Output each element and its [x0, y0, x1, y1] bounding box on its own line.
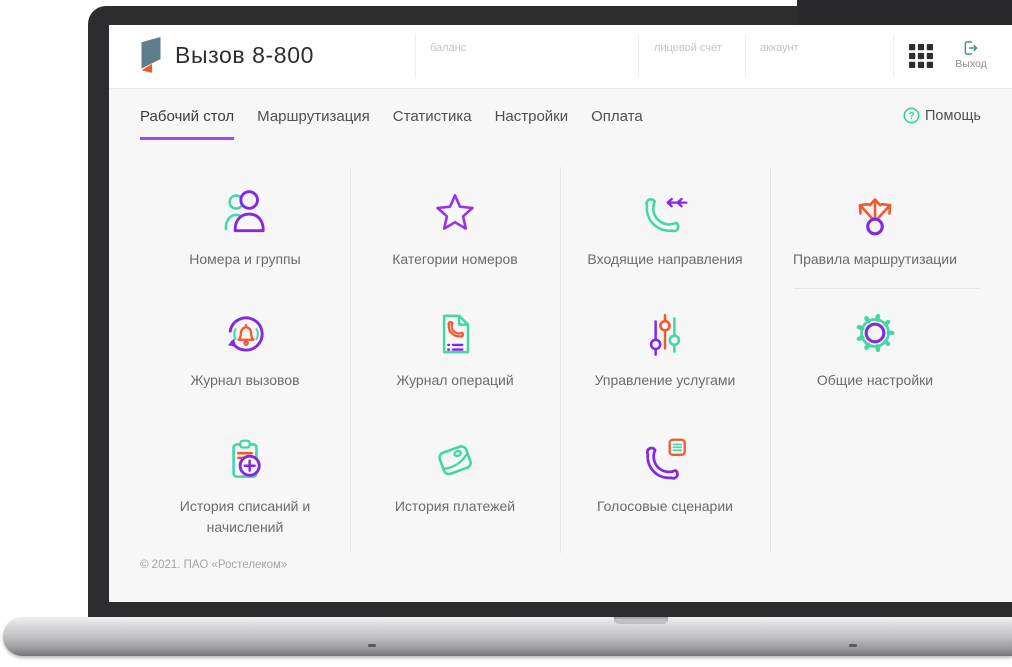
copyright-text: © 2021. ПАО «Ростелеком»	[140, 559, 288, 571]
tile-label: Категории номеров	[392, 251, 518, 267]
tile-label: История списаний и начислений	[179, 498, 311, 535]
tile-label: Номера и группы	[189, 251, 301, 267]
grid-divider	[794, 288, 980, 289]
tab-desktop[interactable]: Рабочий стол	[140, 108, 235, 140]
empty-cell	[770, 414, 980, 553]
header-divider	[745, 34, 746, 78]
laptop-foot	[368, 644, 376, 647]
laptop-latch-notch	[614, 617, 668, 624]
header-divider	[893, 34, 894, 78]
app-title: Вызов 8-800	[175, 42, 314, 68]
users-icon	[224, 190, 265, 233]
tile-number-categories[interactable]: Категории номеров	[350, 167, 560, 288]
payments-wallet-icon	[438, 445, 472, 476]
operations-document-icon	[442, 314, 470, 354]
tile-numbers-and-groups[interactable]: Номера и группы	[140, 167, 350, 288]
tile-payments-history[interactable]: История платежей	[350, 414, 560, 553]
tile-label: Общие настройки	[816, 372, 934, 388]
tile-label: Журнал операций	[396, 372, 514, 388]
incoming-call-icon	[645, 197, 688, 233]
tab-statistics[interactable]: Статистика	[393, 108, 472, 140]
grid-divider	[770, 167, 771, 553]
tab-payment[interactable]: Оплата	[591, 108, 643, 140]
laptop-lid-edge	[797, 0, 1012, 27]
logout-icon	[964, 41, 978, 55]
tile-label: Журнал вызовов	[190, 372, 300, 388]
tab-routing[interactable]: Маршрутизация	[257, 108, 370, 140]
tile-voice-scenarios[interactable]: Голосовые сценарии	[560, 414, 770, 553]
balance-field-label: баланс	[430, 42, 467, 54]
tile-label: Управление услугами	[594, 372, 736, 388]
routing-arrows-icon	[858, 198, 892, 236]
dashboard-grid: Номера и группы Категории номеров Входящ…	[140, 167, 980, 553]
app-screen: Вызов 8-800 баланс лицевой счет аккаунт	[109, 25, 1012, 602]
header-divider	[638, 34, 639, 78]
main-navigation: Рабочий стол Маршрутизация Статистика На…	[109, 88, 1012, 142]
charges-history-icon	[232, 439, 261, 478]
rostelecom-logo-icon	[140, 37, 162, 75]
call-log-bell-icon	[227, 316, 264, 352]
laptop-mockup: Вызов 8-800 баланс лицевой счет аккаунт	[0, 0, 1012, 667]
sliders-icon	[649, 314, 681, 357]
tile-service-management[interactable]: Управление услугами	[560, 288, 770, 414]
tile-incoming-directions[interactable]: Входящие направления	[560, 167, 770, 288]
help-link[interactable]: ? Помощь	[903, 107, 981, 124]
tile-label: Входящие направления	[587, 251, 743, 267]
app-header: Вызов 8-800 баланс лицевой счет аккаунт	[109, 25, 1012, 89]
logout-button[interactable]: Выход	[947, 39, 995, 70]
apps-grid-button[interactable]	[909, 44, 933, 68]
tab-settings[interactable]: Настройки	[495, 108, 569, 140]
tile-call-log[interactable]: Журнал вызовов	[140, 288, 350, 414]
tile-charges-history[interactable]: История списаний и начислений	[140, 414, 350, 553]
account-number-field-label: лицевой счет	[654, 42, 722, 54]
svg-text:?: ?	[908, 111, 914, 122]
grid-apps-icon	[909, 44, 933, 68]
tile-label: Правила маршрутизации	[793, 251, 957, 267]
laptop-foot	[849, 644, 857, 647]
voice-scenarios-icon	[645, 438, 686, 480]
gear-icon	[856, 313, 895, 353]
help-icon: ?	[903, 107, 920, 124]
account-field-label: аккаунт	[760, 42, 799, 54]
laptop-base	[3, 617, 1012, 656]
header-divider	[415, 34, 416, 78]
star-icon	[436, 194, 474, 230]
tile-general-settings[interactable]: Общие настройки	[770, 288, 980, 414]
logout-label: Выход	[955, 58, 987, 70]
help-label: Помощь	[924, 107, 981, 124]
tile-routing-rules[interactable]: Правила маршрутизации	[770, 167, 980, 288]
grid-divider	[560, 167, 561, 553]
grid-divider	[350, 167, 351, 553]
tile-operations-log[interactable]: Журнал операций	[350, 288, 560, 414]
tile-label: Голосовые сценарии	[597, 498, 733, 514]
tile-label: История платежей	[394, 498, 516, 514]
